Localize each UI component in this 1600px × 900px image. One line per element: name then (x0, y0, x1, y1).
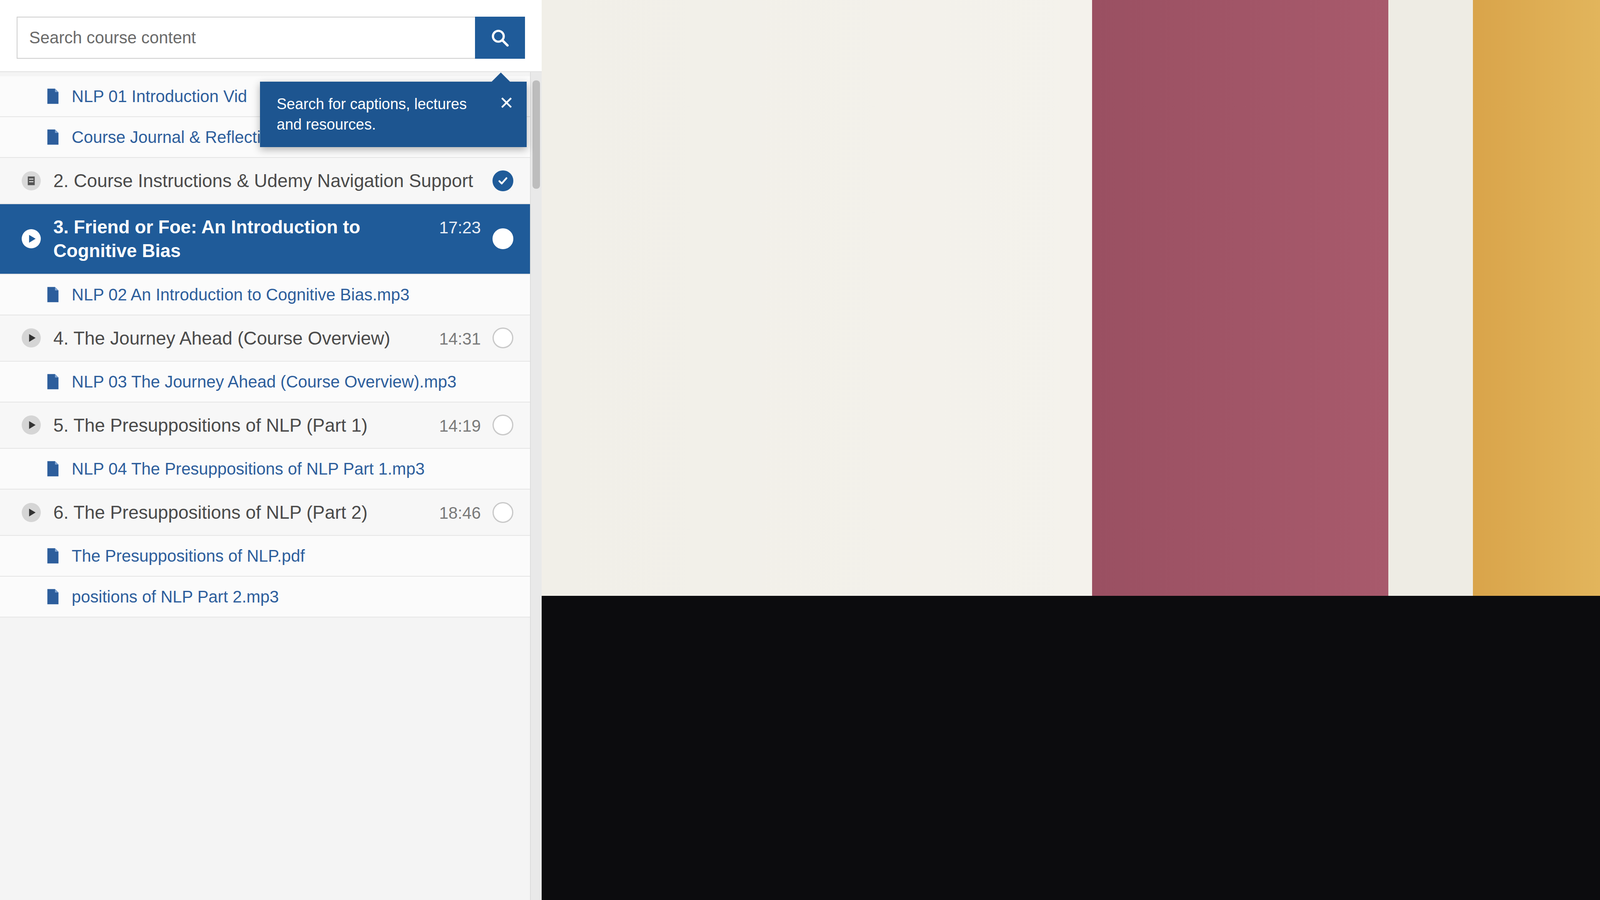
search-bar (0, 0, 542, 73)
video-player (541, 0, 1600, 900)
item-duration: 18:46 (439, 500, 481, 524)
item-duration: 17:23 (439, 215, 481, 239)
tooltip-text: Search for captions, lectures and resour… (276, 95, 467, 133)
curriculum-item[interactable]: positions of NLP Part 2.mp3 (0, 576, 530, 618)
file-icon (45, 286, 60, 303)
player-background (541, 595, 1600, 900)
curriculum-item[interactable]: 4. The Journey Ahead (Course Overview) 14… (0, 315, 530, 362)
curriculum-panel: NLP 01 Introduction VidCourse Journal & … (0, 72, 542, 900)
file-icon (45, 547, 60, 565)
curriculum-item[interactable]: The Presuppositions of NLP.pdf (0, 535, 530, 577)
item-title: 2. Course Instructions & Udemy Navigatio… (53, 168, 481, 193)
close-button[interactable]: × (496, 89, 517, 116)
item-title: 5. The Presuppositions of NLP (Part 1) (53, 413, 428, 438)
play-icon (20, 414, 42, 436)
curriculum-item[interactable]: NLP 02 An Introduction to Cognitive Bias… (0, 274, 530, 316)
curriculum-item[interactable]: NLP 03 The Journey Ahead (Course Overvie… (0, 361, 530, 403)
file-icon (45, 128, 60, 146)
course-player: NLP 01 Introduction VidCourse Journal & … (0, 0, 1600, 900)
item-title: NLP 04 The Presuppositions of NLP Part 1… (71, 457, 514, 480)
item-title: NLP 02 An Introduction to Cognitive Bias… (71, 283, 514, 306)
play-icon (20, 228, 42, 250)
curriculum-item[interactable]: 2. Course Instructions & Udemy Navigatio… (0, 157, 530, 205)
item-title: NLP 03 The Journey Ahead (Course Overvie… (71, 370, 514, 393)
completion-checkbox[interactable] (492, 327, 514, 349)
search-button[interactable] (475, 16, 525, 59)
search-input[interactable] (16, 16, 475, 59)
item-title: positions of NLP Part 2.mp3 (71, 585, 514, 608)
item-title: 6. The Presuppositions of NLP (Part 2) (53, 500, 428, 525)
check-icon (495, 173, 510, 188)
file-icon (45, 373, 60, 390)
play-icon (20, 327, 42, 349)
completion-checkbox[interactable] (492, 414, 514, 436)
curriculum-item[interactable]: 3. Friend or Foe: An Introduction to Cog… (0, 204, 530, 275)
curriculum-item[interactable]: 6. The Presuppositions of NLP (Part 2) 18… (0, 489, 530, 536)
item-title: 3. Friend or Foe: An Introduction to Cog… (53, 215, 428, 263)
item-duration: 14:19 (439, 413, 481, 437)
curriculum-list: NLP 01 Introduction VidCourse Journal & … (0, 72, 530, 900)
completion-checkbox[interactable] (492, 170, 514, 192)
file-icon (45, 588, 60, 605)
play-icon (20, 502, 42, 523)
course-sidebar: NLP 01 Introduction VidCourse Journal & … (0, 0, 542, 900)
item-duration: 14:31 (439, 326, 481, 350)
completion-checkbox[interactable] (492, 228, 514, 250)
item-title: The Presuppositions of NLP.pdf (71, 545, 514, 567)
scroll-thumb[interactable] (532, 80, 540, 189)
article-icon (20, 170, 42, 192)
curriculum-item[interactable]: 5. The Presuppositions of NLP (Part 1) 14… (0, 402, 530, 449)
file-icon (45, 87, 60, 105)
magnifier-icon (490, 27, 510, 48)
scrollbar[interactable] (530, 72, 542, 900)
completion-checkbox[interactable] (492, 502, 514, 523)
file-icon (45, 460, 60, 478)
curriculum-item[interactable]: NLP 04 The Presuppositions of NLP Part 1… (0, 448, 530, 490)
video-frame[interactable] (541, 0, 1600, 596)
search-tooltip: Search for captions, lectures and resour… (260, 81, 527, 148)
item-title: 4. The Journey Ahead (Course Overview) (53, 326, 428, 350)
